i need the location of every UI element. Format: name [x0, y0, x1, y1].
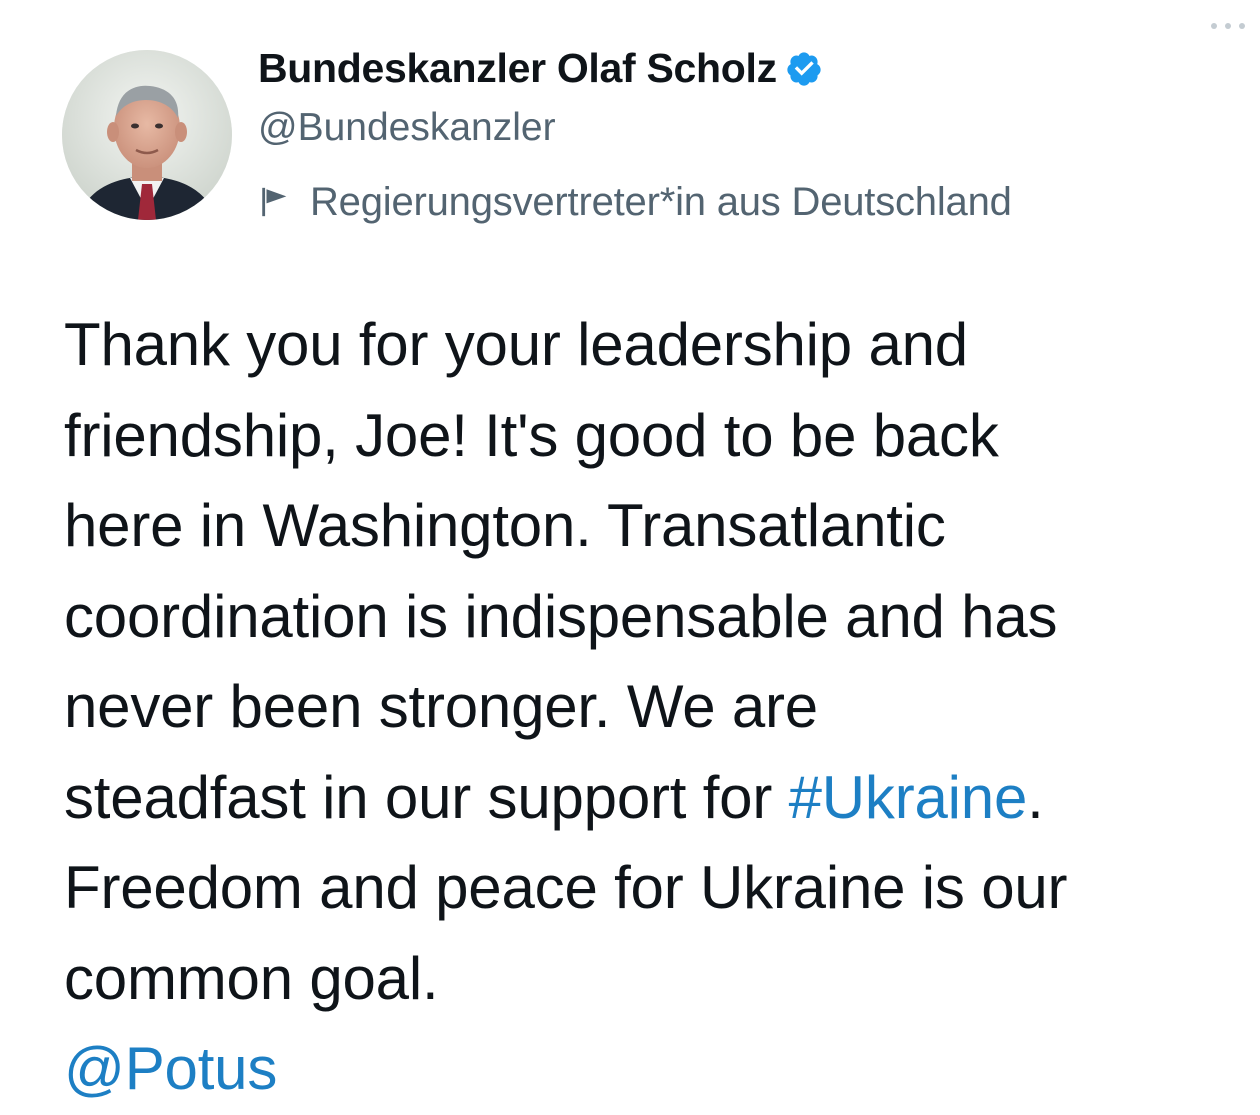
tweet-text-segment: . [1027, 763, 1044, 831]
author-name-row: Bundeskanzler Olaf Scholz [258, 40, 1220, 96]
tweet-header: Bundeskanzler Olaf Scholz @Bundeskanzler… [258, 40, 1220, 230]
flag-icon [262, 187, 287, 217]
tweet-text-line: Thank you for your leadership and [64, 311, 968, 378]
tweet-text-line: never been stronger. We are [64, 673, 818, 740]
mention-link[interactable]: @Potus [64, 1035, 277, 1102]
tweet-text-line: common goal. [64, 944, 439, 1012]
more-options-icon[interactable] [1206, 18, 1250, 34]
avatar-portrait-image [62, 50, 232, 220]
tweet-text-segment: steadfast in our support for [64, 763, 789, 831]
tweet-text-line: coordination is indispensable and has [64, 582, 1058, 650]
tweet-text-line: Freedom and peace for Ukraine is our [64, 854, 1068, 921]
verified-badge-icon [787, 52, 821, 86]
author-display-name[interactable]: Bundeskanzler Olaf Scholz [258, 45, 777, 92]
author-handle[interactable]: @Bundeskanzler [258, 102, 1220, 154]
tweet-mention-line: @Potus [64, 1024, 1244, 1115]
tweet-text-line: friendship, Joe! It's good to be back [64, 401, 999, 469]
tweet-card: Bundeskanzler Olaf Scholz @Bundeskanzler… [0, 0, 1260, 1102]
tweet-text-line: steadfast in our support for #Ukraine. [64, 753, 1244, 844]
avatar[interactable] [62, 50, 232, 220]
government-label-row: Regierungsvertreter*in aus Deutschland [258, 174, 1220, 230]
hashtag-link[interactable]: #Ukraine [789, 764, 1028, 831]
tweet-text: Thank you for your leadership and friend… [64, 300, 1244, 1115]
tweet-text-line: here in Washington. Transatlantic [64, 492, 946, 559]
government-label: Regierungsvertreter*in aus Deutschland [310, 179, 1012, 224]
